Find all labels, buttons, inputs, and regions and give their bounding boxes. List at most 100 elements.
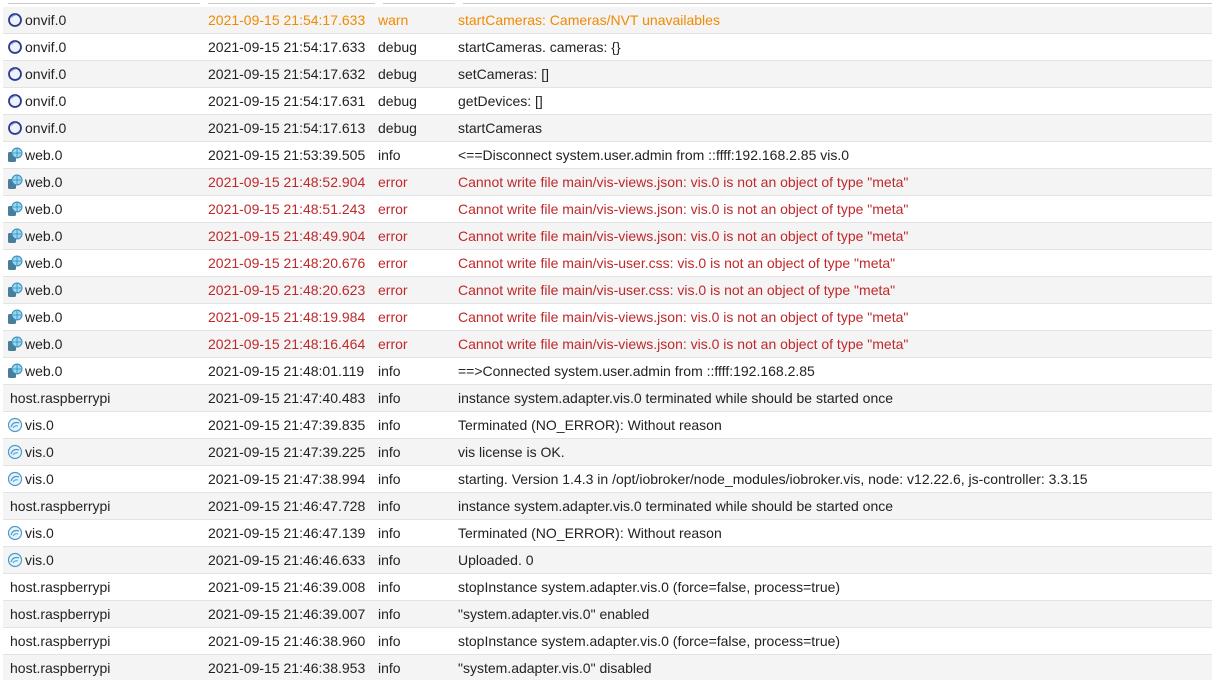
log-source-cell: web.0	[3, 336, 203, 352]
log-time: 2021-09-15 21:47:39.835	[208, 417, 366, 433]
log-row[interactable]: onvif.0 2021-09-15 21:54:17.633 warn sta…	[3, 7, 1212, 34]
log-view: onvif.0 2021-09-15 21:54:17.633 warn sta…	[0, 0, 1212, 680]
log-severity: error	[378, 174, 408, 190]
log-time: 2021-09-15 21:48:20.623	[208, 282, 366, 298]
log-row[interactable]: web.0 2021-09-15 21:48:51.243 error Cann…	[3, 196, 1212, 223]
log-row[interactable]: onvif.0 2021-09-15 21:54:17.633 debug st…	[3, 34, 1212, 61]
log-time: 2021-09-15 21:54:17.631	[208, 93, 366, 109]
log-source: web.0	[25, 228, 63, 244]
log-source: onvif.0	[25, 39, 67, 55]
log-source: web.0	[25, 201, 63, 217]
log-row[interactable]: vis.0 2021-09-15 21:47:39.225 info vis l…	[3, 439, 1212, 466]
log-row[interactable]: web.0 2021-09-15 21:48:49.904 error Cann…	[3, 223, 1212, 250]
log-time: 2021-09-15 21:46:47.728	[208, 498, 366, 514]
log-severity: debug	[378, 120, 417, 136]
log-source: vis.0	[25, 444, 54, 460]
log-source-cell: web.0	[3, 309, 203, 325]
log-row[interactable]: web.0 2021-09-15 21:48:20.623 error Cann…	[3, 277, 1212, 304]
log-row[interactable]: onvif.0 2021-09-15 21:54:17.631 debug ge…	[3, 88, 1212, 115]
log-message: <==Disconnect system.user.admin from ::f…	[458, 147, 850, 163]
log-source: onvif.0	[25, 12, 67, 28]
log-message: Terminated (NO_ERROR): Without reason	[458, 417, 722, 433]
log-row[interactable]: host.raspberrypi 2021-09-15 21:46:38.953…	[3, 655, 1212, 680]
time-column-divider[interactable]	[208, 3, 375, 4]
log-time: 2021-09-15 21:46:39.008	[208, 579, 366, 595]
log-row[interactable]: web.0 2021-09-15 21:48:52.904 error Cann…	[3, 169, 1212, 196]
web-icon	[7, 282, 23, 298]
log-row[interactable]: web.0 2021-09-15 21:48:19.984 error Cann…	[3, 304, 1212, 331]
onvif-icon	[7, 39, 23, 55]
log-source-cell: onvif.0	[3, 12, 203, 28]
vis-icon	[7, 444, 23, 460]
log-source-cell: web.0	[3, 228, 203, 244]
log-severity: error	[378, 201, 408, 217]
log-severity: error	[378, 336, 408, 352]
onvif-icon	[7, 120, 23, 136]
log-row[interactable]: web.0 2021-09-15 21:53:39.505 info <==Di…	[3, 142, 1212, 169]
log-message: getDevices: []	[458, 93, 543, 109]
log-severity: info	[378, 390, 401, 406]
log-source-cell: web.0	[3, 174, 203, 190]
log-row[interactable]: web.0 2021-09-15 21:48:16.464 error Cann…	[3, 331, 1212, 358]
log-message: ==>Connected system.user.admin from ::ff…	[458, 363, 815, 379]
log-time: 2021-09-15 21:48:49.904	[208, 228, 366, 244]
severity-column-divider[interactable]	[383, 3, 455, 4]
source-column-divider[interactable]	[8, 3, 200, 4]
log-source-cell: web.0	[3, 363, 203, 379]
message-column-divider[interactable]	[463, 3, 1212, 4]
log-row[interactable]: host.raspberrypi 2021-09-15 21:46:39.008…	[3, 574, 1212, 601]
log-source-cell: onvif.0	[3, 66, 203, 82]
log-source: web.0	[25, 147, 63, 163]
log-row[interactable]: vis.0 2021-09-15 21:46:46.633 info Uploa…	[3, 547, 1212, 574]
log-severity: error	[378, 228, 408, 244]
log-message: instance system.adapter.vis.0 terminated…	[458, 498, 894, 514]
log-message: setCameras: []	[458, 66, 550, 82]
vis-icon	[7, 471, 23, 487]
log-row[interactable]: vis.0 2021-09-15 21:47:39.835 info Termi…	[3, 412, 1212, 439]
log-source: web.0	[25, 282, 63, 298]
log-severity: info	[378, 363, 401, 379]
log-severity: info	[378, 552, 401, 568]
log-source-cell: onvif.0	[3, 93, 203, 109]
web-icon	[7, 255, 23, 271]
log-time: 2021-09-15 21:48:20.676	[208, 255, 366, 271]
log-message: startCameras	[458, 120, 543, 136]
web-icon	[7, 174, 23, 190]
onvif-icon	[7, 66, 23, 82]
log-time: 2021-09-15 21:47:39.225	[208, 444, 366, 460]
log-message: Cannot write file main/vis-views.json: v…	[458, 174, 909, 190]
log-time: 2021-09-15 21:48:19.984	[208, 309, 366, 325]
log-message: Cannot write file main/vis-user.css: vis…	[458, 255, 896, 271]
log-row[interactable]: host.raspberrypi 2021-09-15 21:46:39.007…	[3, 601, 1212, 628]
column-header	[0, 0, 1212, 7]
log-time: 2021-09-15 21:54:17.633	[208, 12, 366, 28]
log-source-cell: web.0	[3, 147, 203, 163]
log-row[interactable]: vis.0 2021-09-15 21:47:38.994 info start…	[3, 466, 1212, 493]
log-message: "system.adapter.vis.0" enabled	[458, 606, 650, 622]
log-row[interactable]: host.raspberrypi 2021-09-15 21:47:40.483…	[3, 385, 1212, 412]
log-row[interactable]: onvif.0 2021-09-15 21:54:17.632 debug se…	[3, 61, 1212, 88]
log-row[interactable]: web.0 2021-09-15 21:48:01.119 info ==>Co…	[3, 358, 1212, 385]
log-source: host.raspberrypi	[10, 633, 111, 649]
web-icon	[7, 147, 23, 163]
log-row[interactable]: web.0 2021-09-15 21:48:20.676 error Cann…	[3, 250, 1212, 277]
log-severity: debug	[378, 93, 417, 109]
log-severity: info	[378, 525, 401, 541]
log-message: startCameras: Cameras/NVT unavailables	[458, 12, 720, 28]
log-time: 2021-09-15 21:53:39.505	[208, 147, 366, 163]
log-source: vis.0	[25, 417, 54, 433]
log-time: 2021-09-15 21:48:52.904	[208, 174, 366, 190]
log-source-cell: web.0	[3, 201, 203, 217]
log-source-cell: vis.0	[3, 444, 203, 460]
log-row[interactable]: host.raspberrypi 2021-09-15 21:46:47.728…	[3, 493, 1212, 520]
log-severity: info	[378, 579, 401, 595]
log-severity: info	[378, 471, 401, 487]
log-source-cell: host.raspberrypi	[3, 633, 203, 649]
log-severity: error	[378, 282, 408, 298]
log-source-cell: vis.0	[3, 552, 203, 568]
log-message: vis license is OK.	[458, 444, 565, 460]
log-row[interactable]: host.raspberrypi 2021-09-15 21:46:38.960…	[3, 628, 1212, 655]
log-message: Terminated (NO_ERROR): Without reason	[458, 525, 722, 541]
log-row[interactable]: vis.0 2021-09-15 21:46:47.139 info Termi…	[3, 520, 1212, 547]
log-row[interactable]: onvif.0 2021-09-15 21:54:17.613 debug st…	[3, 115, 1212, 142]
